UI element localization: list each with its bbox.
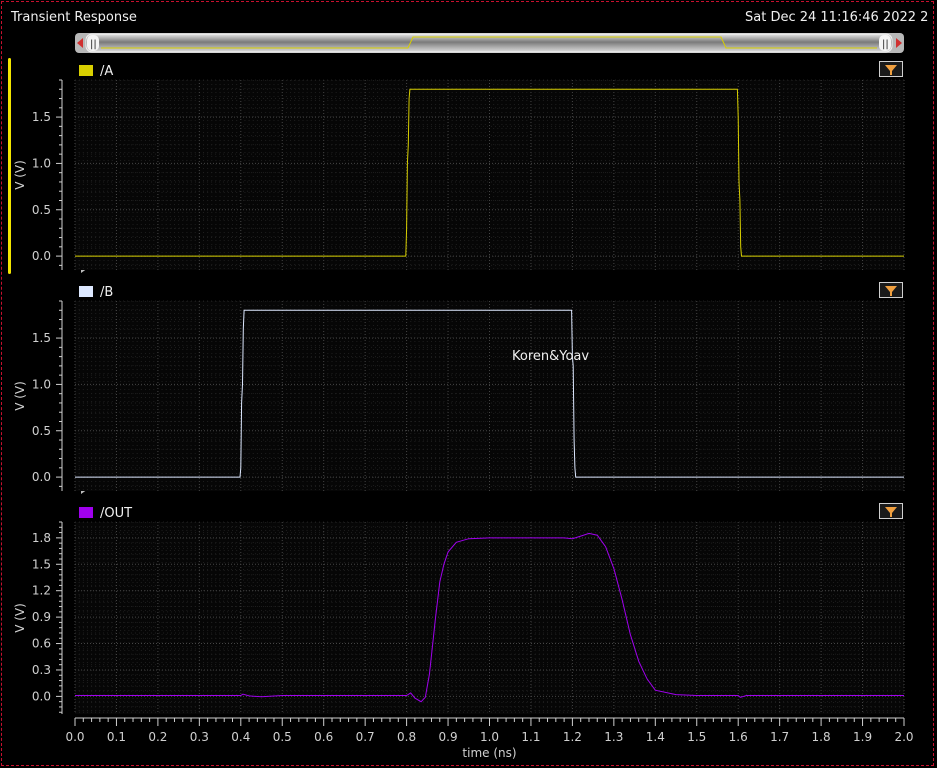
y-tick-label: 1.5	[32, 110, 51, 124]
x-tick-label: 0.0	[65, 730, 84, 744]
x-tick-label: 1.0	[480, 730, 499, 744]
x-tick-label: 2.0	[894, 730, 913, 744]
y-tick-label: 1.2	[32, 584, 51, 598]
x-tick-label: 1.8	[812, 730, 831, 744]
y-tick-label: 1.8	[32, 531, 51, 545]
x-tick-label: 0.2	[148, 730, 167, 744]
x-tick-label: 1.7	[770, 730, 789, 744]
x-tick-label: 1.3	[604, 730, 623, 744]
x-tick-label: 1.2	[563, 730, 582, 744]
y-tick-label: 0.0	[32, 689, 51, 703]
y-tick-label: 1.5	[32, 557, 51, 571]
x-axis-label: time (ns)	[462, 746, 516, 760]
x-tick-label: 0.7	[356, 730, 375, 744]
y-tick-label: 1.0	[32, 156, 51, 170]
y-tick-label: 0.0	[32, 249, 51, 263]
y-axis-label: V (V)	[13, 603, 27, 633]
y-axis-label: V (V)	[13, 381, 27, 411]
x-tick-label: 0.3	[190, 730, 209, 744]
plot-area-a	[75, 80, 904, 270]
y-tick-label: 1.5	[32, 331, 51, 345]
x-tick-label: 0.5	[273, 730, 292, 744]
y-tick-label: 0.5	[32, 203, 51, 217]
y-axis-label: V (V)	[13, 160, 27, 190]
x-tick-label: 0.9	[439, 730, 458, 744]
y-tick-label: 0.6	[32, 637, 51, 651]
x-tick-label: 0.6	[314, 730, 333, 744]
y-tick-label: 0.9	[32, 610, 51, 624]
x-tick-label: 1.1	[521, 730, 540, 744]
y-tick-label: 1.0	[32, 377, 51, 391]
x-tick-label: 1.9	[853, 730, 872, 744]
y-tick-label: 0.0	[32, 470, 51, 484]
x-tick-label: 1.6	[729, 730, 748, 744]
plot-area-b	[75, 301, 904, 491]
waveform-plots[interactable]: 0.0 0.5 1.0 1.5 V (V) 0.0 0.5 1.0 1.5 V (V) 0.0 0.3…	[0, 0, 937, 768]
x-tick-label: 0.4	[231, 730, 250, 744]
y-tick-label: 0.3	[32, 663, 51, 677]
x-tick-label: 0.1	[107, 730, 126, 744]
x-tick-label: 1.5	[687, 730, 706, 744]
x-tick-label: 0.8	[397, 730, 416, 744]
x-tick-label: 1.4	[646, 730, 665, 744]
annotation-text: Koren&Yoav	[512, 349, 589, 364]
y-tick-label: 0.5	[32, 424, 51, 438]
